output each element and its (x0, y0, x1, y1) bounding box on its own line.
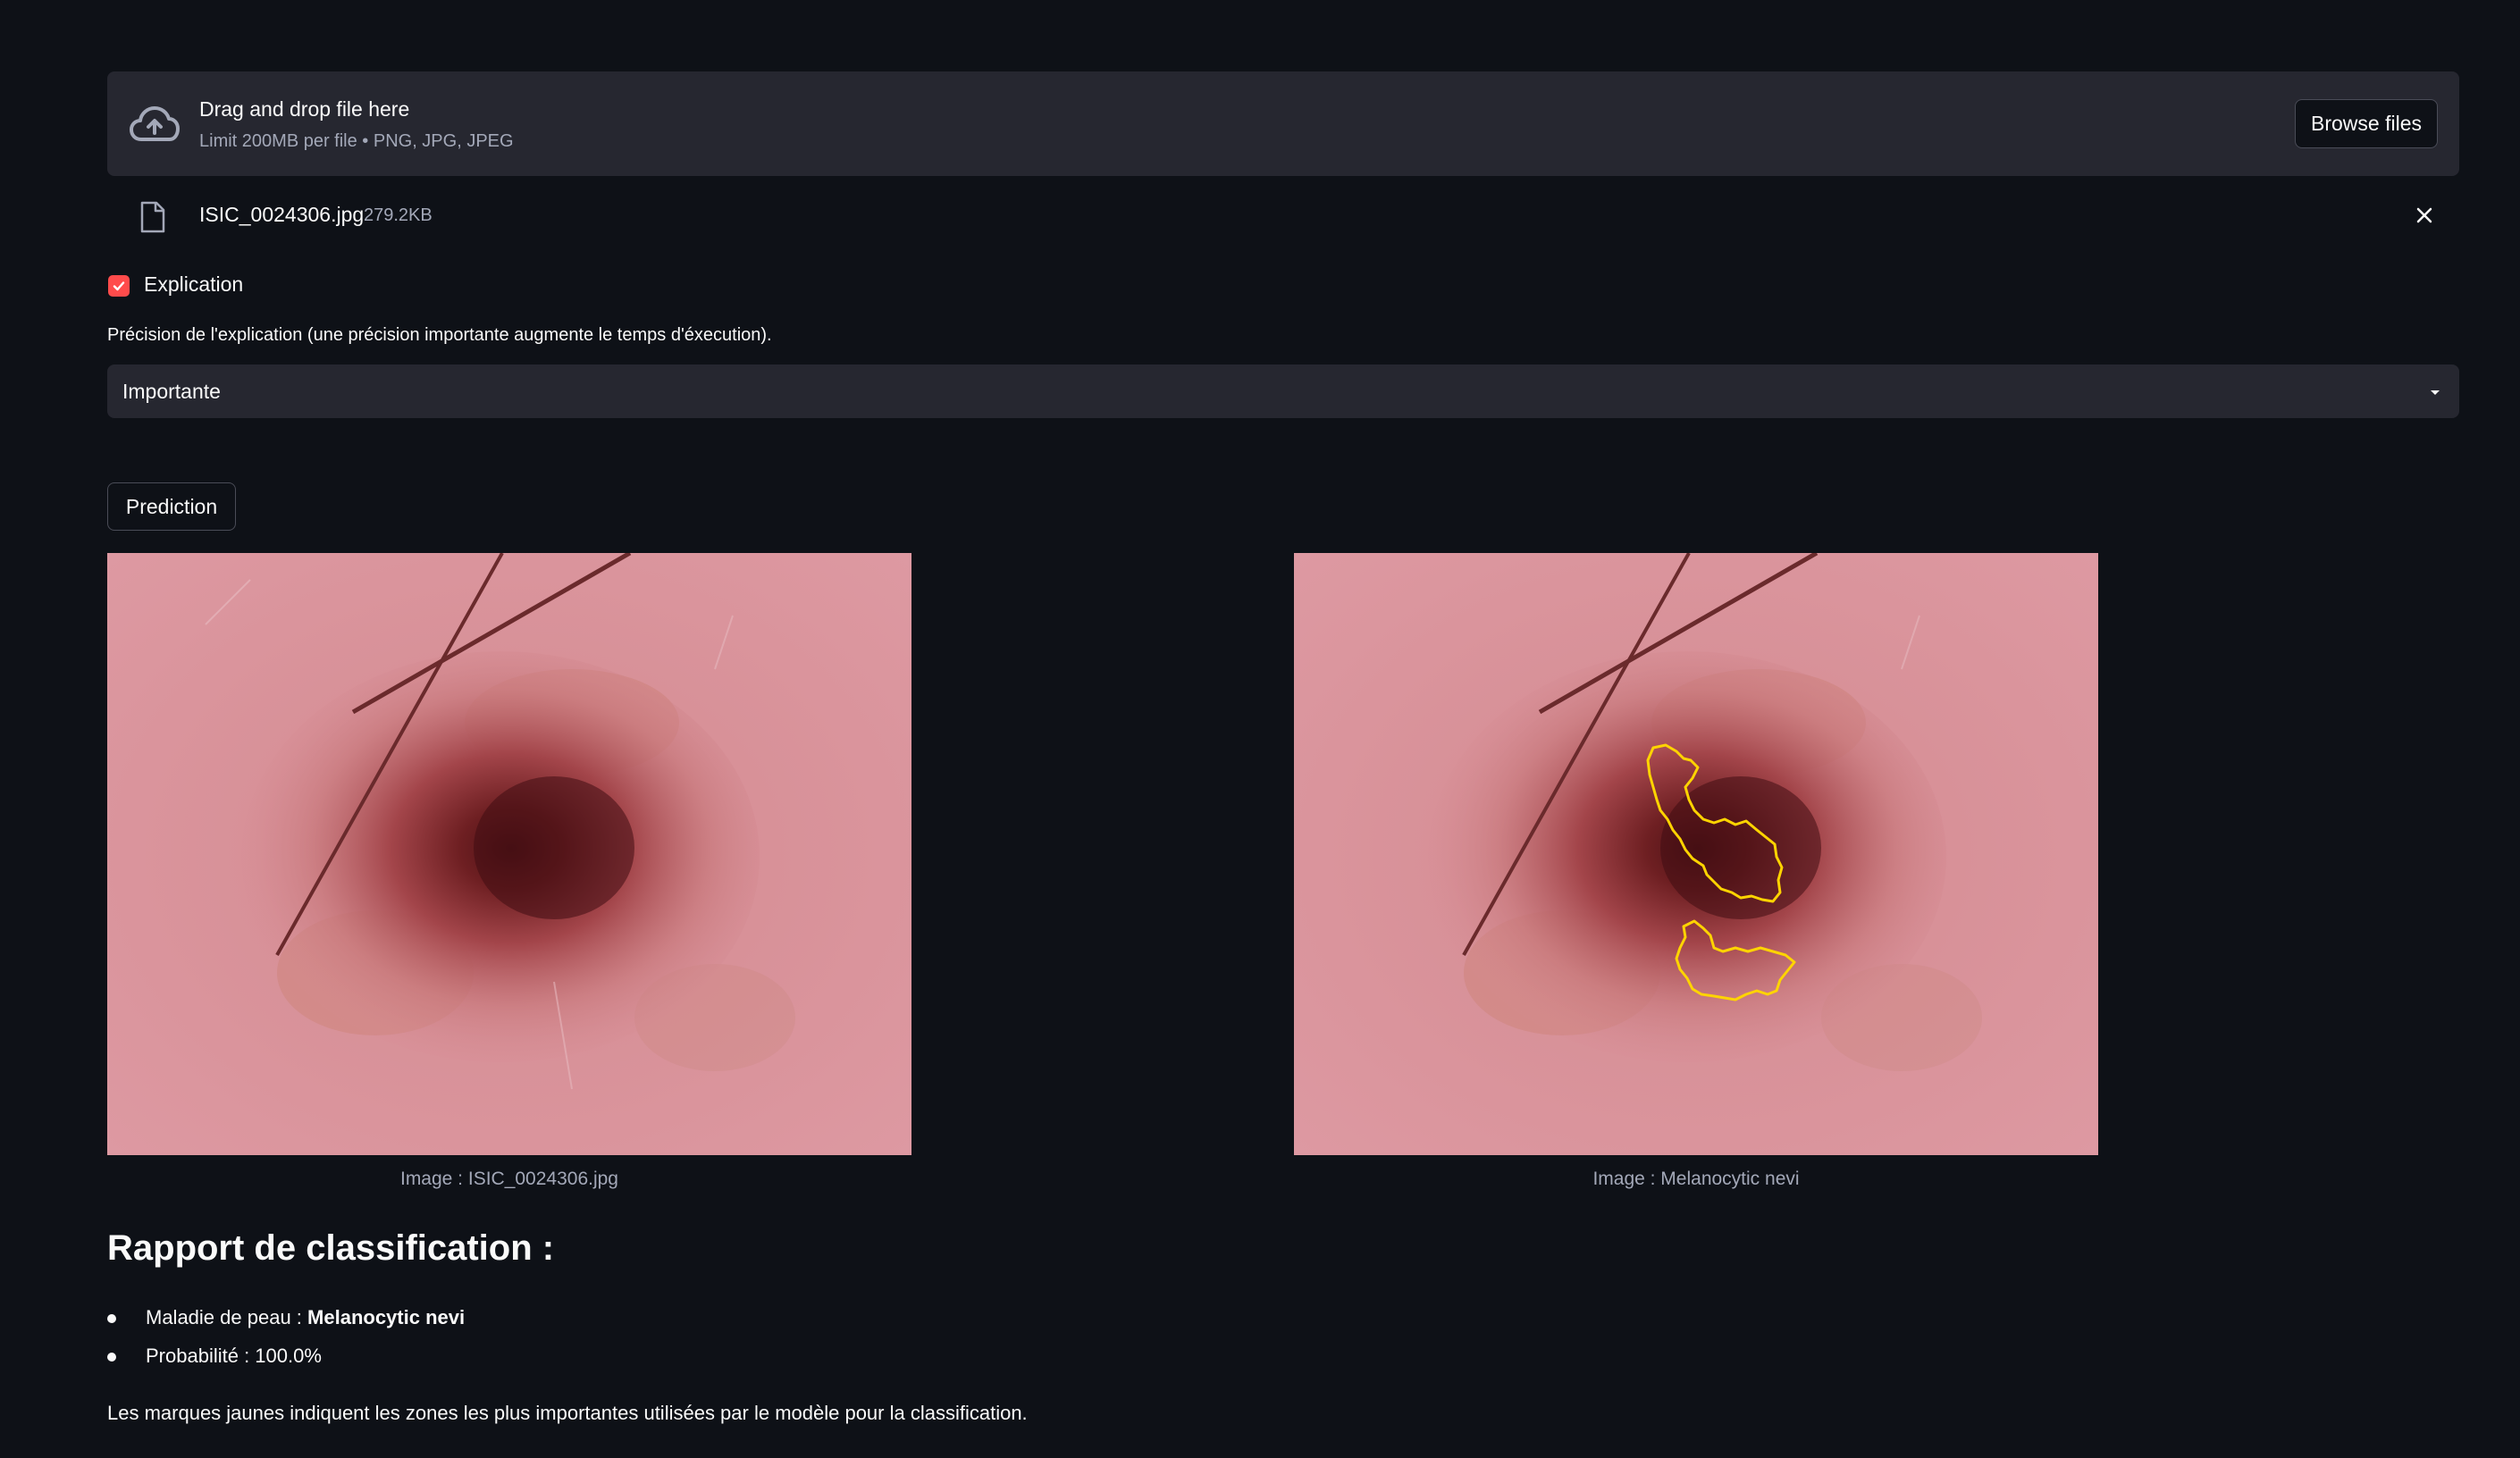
explanation-checkbox[interactable]: Explication (107, 268, 465, 304)
file-name: ISIC_0024306.jpg (199, 203, 365, 226)
file-dropzone[interactable]: Drag and drop file here Limit 200MB per … (107, 71, 2459, 176)
remove-file-button[interactable] (2409, 200, 2440, 230)
checkbox-label: Explication (144, 272, 244, 296)
disease-prefix: Maladie de peau : (146, 1306, 308, 1328)
original-image-caption: Image : ISIC_0024306.jpg (399, 1169, 618, 1189)
list-item: Maladie de peau : Melanocytic nevi (107, 1306, 733, 1333)
checkbox-checked[interactable] (108, 275, 130, 297)
explanation-note: Les marques jaunes indiquent les zones l… (107, 1402, 1028, 1424)
explanation-image-caption: Image : Melanocytic nevi (1592, 1169, 1800, 1189)
close-icon (2416, 207, 2432, 223)
probability-line: Probabilité : 100.0% (146, 1345, 322, 1367)
disease-line: Maladie de peau : Melanocytic nevi (146, 1306, 465, 1329)
original-image (107, 553, 911, 1155)
report-title: Rapport de classification : (107, 1228, 555, 1268)
prediction-button[interactable]: Prediction (107, 482, 236, 531)
file-size: 279.2KB (364, 205, 433, 225)
precision-label: Précision de l'explication (une précisio… (107, 325, 772, 345)
dropzone-limit: Limit 200MB per file • PNG, JPG, JPEG (199, 131, 514, 151)
main-content: Drag and drop file here Limit 200MB per … (107, 0, 2459, 1458)
disease-value: Melanocytic nevi (307, 1306, 466, 1328)
chevron-down-icon (2431, 390, 2440, 395)
browse-files-button[interactable]: Browse files (2295, 99, 2438, 148)
file-icon (140, 201, 165, 233)
dropzone-title: Drag and drop file here (199, 97, 410, 121)
select-value: Importante (122, 380, 221, 403)
precision-select[interactable]: Importante (107, 364, 2459, 418)
bullet-dot (107, 1314, 116, 1323)
uploaded-file: ISIC_0024306.jpg 279.2KB (107, 188, 2459, 243)
list-item: Probabilité : 100.0% (107, 1345, 733, 1371)
bullet-dot (107, 1353, 116, 1362)
explanation-image (1294, 553, 2098, 1155)
cloud-upload-icon (130, 106, 180, 141)
check-icon (113, 281, 125, 291)
